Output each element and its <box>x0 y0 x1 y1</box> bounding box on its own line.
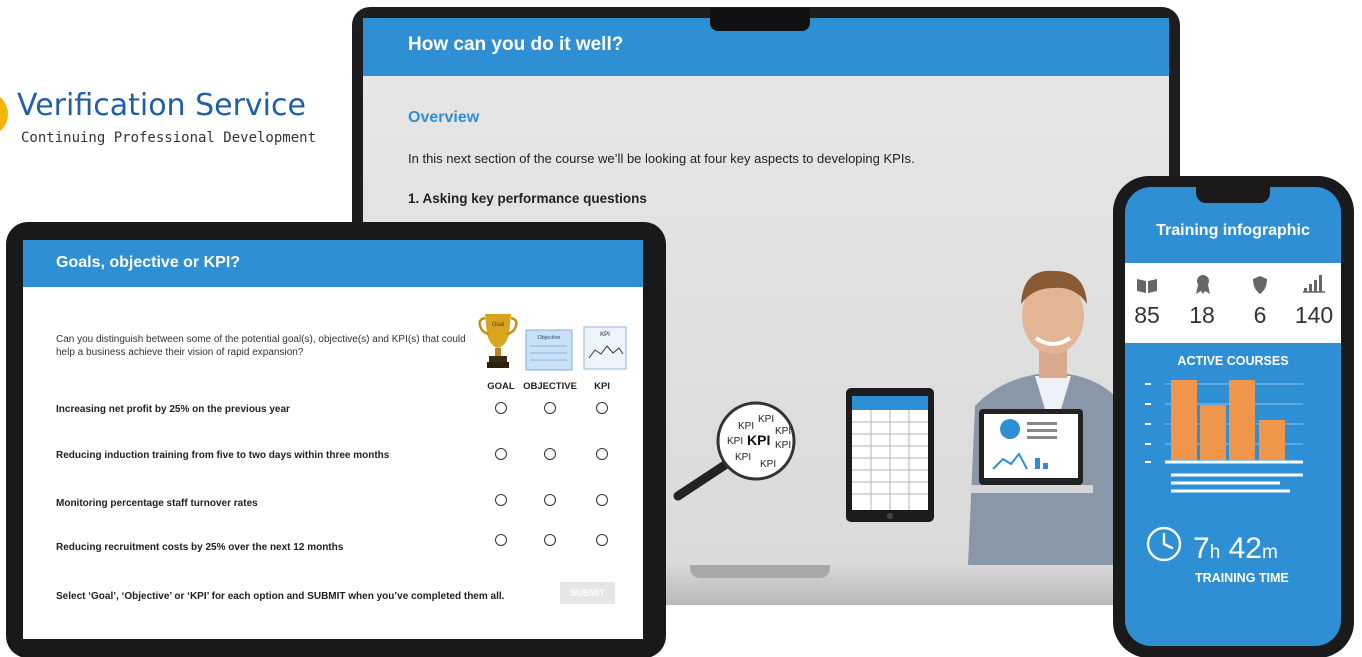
radio-goal-row3[interactable] <box>495 494 507 506</box>
option-row-label: Monitoring percentage staff turnover rat… <box>56 498 258 509</box>
stat-awards-value: 18 <box>1189 302 1215 328</box>
radio-objective-row3[interactable] <box>544 494 556 506</box>
promo-composition: Verification Service Continuing Professi… <box>0 0 1362 657</box>
quiz-question: Can you distinguish between some of the … <box>56 334 466 358</box>
training-minutes-unit: m <box>1261 542 1278 563</box>
active-courses-chart <box>1145 380 1303 493</box>
kpi-chart-icon: KPI <box>583 326 627 370</box>
radio-goal-row1[interactable] <box>495 402 507 414</box>
brand-title: Verification Service <box>17 88 306 123</box>
tablet-screen: Goals, objective or KPI? Can you disting… <box>23 240 643 639</box>
objective-checklist-icon: Objective <box>525 329 573 371</box>
radio-objective-row1[interactable] <box>544 402 556 414</box>
stats-panel: 85 18 6 140 <box>1125 263 1341 343</box>
chart-bar <box>1171 380 1197 460</box>
laptop-camera-notch <box>710 8 810 31</box>
radio-kpi-row2[interactable] <box>596 448 608 460</box>
radio-kpi-row4[interactable] <box>596 534 608 546</box>
training-time-value: 7h 42m <box>1193 532 1278 566</box>
magnifier-kpi-4: KPI <box>727 436 743 447</box>
training-hours-unit: h <box>1209 542 1221 563</box>
radio-kpi-row3[interactable] <box>596 494 608 506</box>
phone-notch <box>1196 187 1270 203</box>
magnifier-handle <box>673 456 736 501</box>
magnifier-kpi-6: KPI <box>775 440 791 451</box>
option-row-label: Increasing net profit by 25% on the prev… <box>56 404 290 415</box>
radio-objective-row4[interactable] <box>544 534 556 546</box>
svg-text:KPI: KPI <box>600 332 610 338</box>
magnifier-kpi-5: KPI <box>747 432 770 448</box>
option-row-label: Reducing recruitment costs by 25% over t… <box>56 542 344 553</box>
svg-text:Goal: Goal <box>492 322 505 328</box>
clock-icon <box>1146 526 1182 562</box>
training-time-label: TRAINING TIME <box>1195 571 1289 585</box>
laptop-trackpad-notch <box>690 565 830 578</box>
trophy-icon: Goal <box>478 314 518 368</box>
stat-courses-value: 85 <box>1134 302 1160 328</box>
training-minutes: 42 <box>1228 532 1262 565</box>
stat-points-value: 140 <box>1294 302 1334 328</box>
radio-goal-row2[interactable] <box>495 448 507 460</box>
option-row-label: Reducing induction training from five to… <box>56 450 390 461</box>
infographic-title: Training infographic <box>1156 222 1310 239</box>
magnifier-kpi-3: KPI <box>775 426 791 437</box>
book-icon <box>1137 279 1157 293</box>
brand-subtitle: Continuing Professional Development <box>21 130 317 146</box>
training-hours: 7 <box>1193 532 1210 565</box>
radio-kpi-row1[interactable] <box>596 402 608 414</box>
bar-signal-icon <box>1303 275 1325 293</box>
chart-bar <box>1200 405 1226 460</box>
stat-badges-value: 6 <box>1253 302 1267 328</box>
shield-icon <box>1253 276 1267 294</box>
radio-goal-row4[interactable] <box>495 534 507 546</box>
phone-screen: Training infographic 85 18 6 140 ACTIVE … <box>1125 187 1341 646</box>
quiz-instructions: Select ‘Goal’, ‘Objective’ or ‘KPI’ for … <box>56 591 505 602</box>
svg-text:Objective: Objective <box>538 335 561 341</box>
radio-objective-row2[interactable] <box>544 448 556 460</box>
chart-bar <box>1259 420 1285 460</box>
column-kpi: KPI <box>594 381 610 392</box>
submit-button[interactable]: SUBMIT <box>560 582 615 604</box>
quiz-title: Goals, objective or KPI? <box>23 240 643 287</box>
active-courses-label: ACTIVE COURSES <box>1177 354 1289 368</box>
magnifier-kpi-2: KPI <box>758 414 774 425</box>
magnifier-kpi-8: KPI <box>760 459 776 470</box>
chart-bar <box>1229 380 1255 460</box>
award-icon <box>1196 275 1210 294</box>
magnifier-kpi-1: KPI <box>738 421 754 432</box>
magnifier-kpi-7: KPI <box>735 452 751 463</box>
brand-logo-edge <box>0 92 8 136</box>
